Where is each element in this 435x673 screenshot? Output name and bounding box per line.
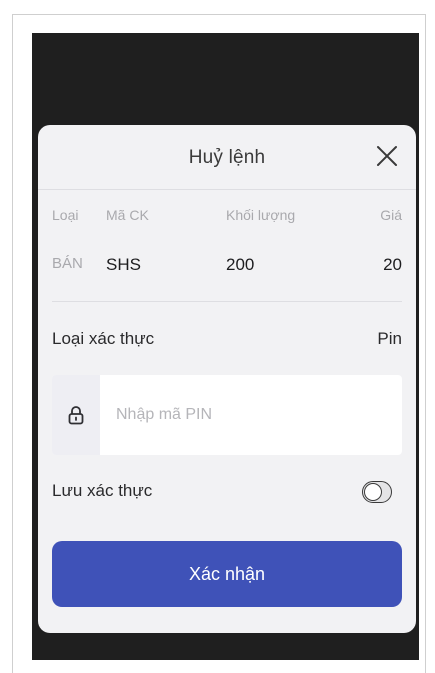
header-symbol: Mã CK: [106, 207, 149, 223]
auth-type-row: Loại xác thực Pin: [52, 329, 402, 349]
order-type-value: BÁN: [52, 255, 83, 272]
auth-type-label: Loại xác thực: [52, 329, 155, 348]
header-quantity: Khối lượng: [226, 207, 296, 223]
toggle-knob: [364, 482, 382, 501]
section-divider: [52, 301, 402, 302]
lock-icon: [68, 406, 84, 425]
confirm-button[interactable]: Xác nhận: [52, 541, 402, 607]
save-auth-label: Lưu xác thực: [52, 481, 153, 500]
order-price-value: 20: [383, 255, 402, 274]
close-button[interactable]: [374, 143, 400, 169]
pin-field[interactable]: [52, 375, 402, 455]
header-type: Loại: [52, 207, 79, 223]
order-symbol-value: SHS: [106, 255, 141, 274]
auth-type-value: Pin: [377, 329, 402, 348]
close-icon: [377, 146, 397, 166]
save-auth-row: Lưu xác thực: [52, 481, 402, 507]
dialog-title: Huỷ lệnh: [188, 147, 266, 168]
order-quantity-value: 200: [226, 255, 255, 274]
header-price: Giá: [380, 207, 402, 223]
dialog-header: Huỷ lệnh: [38, 125, 416, 189]
pin-icon-cell: [52, 375, 100, 455]
save-auth-toggle[interactable]: [362, 481, 392, 503]
header-divider: [38, 189, 416, 190]
pin-input[interactable]: [116, 375, 386, 455]
cancel-order-dialog: Huỷ lệnh Loại Mã CK Khối lượng Giá BÁN S…: [38, 125, 416, 633]
